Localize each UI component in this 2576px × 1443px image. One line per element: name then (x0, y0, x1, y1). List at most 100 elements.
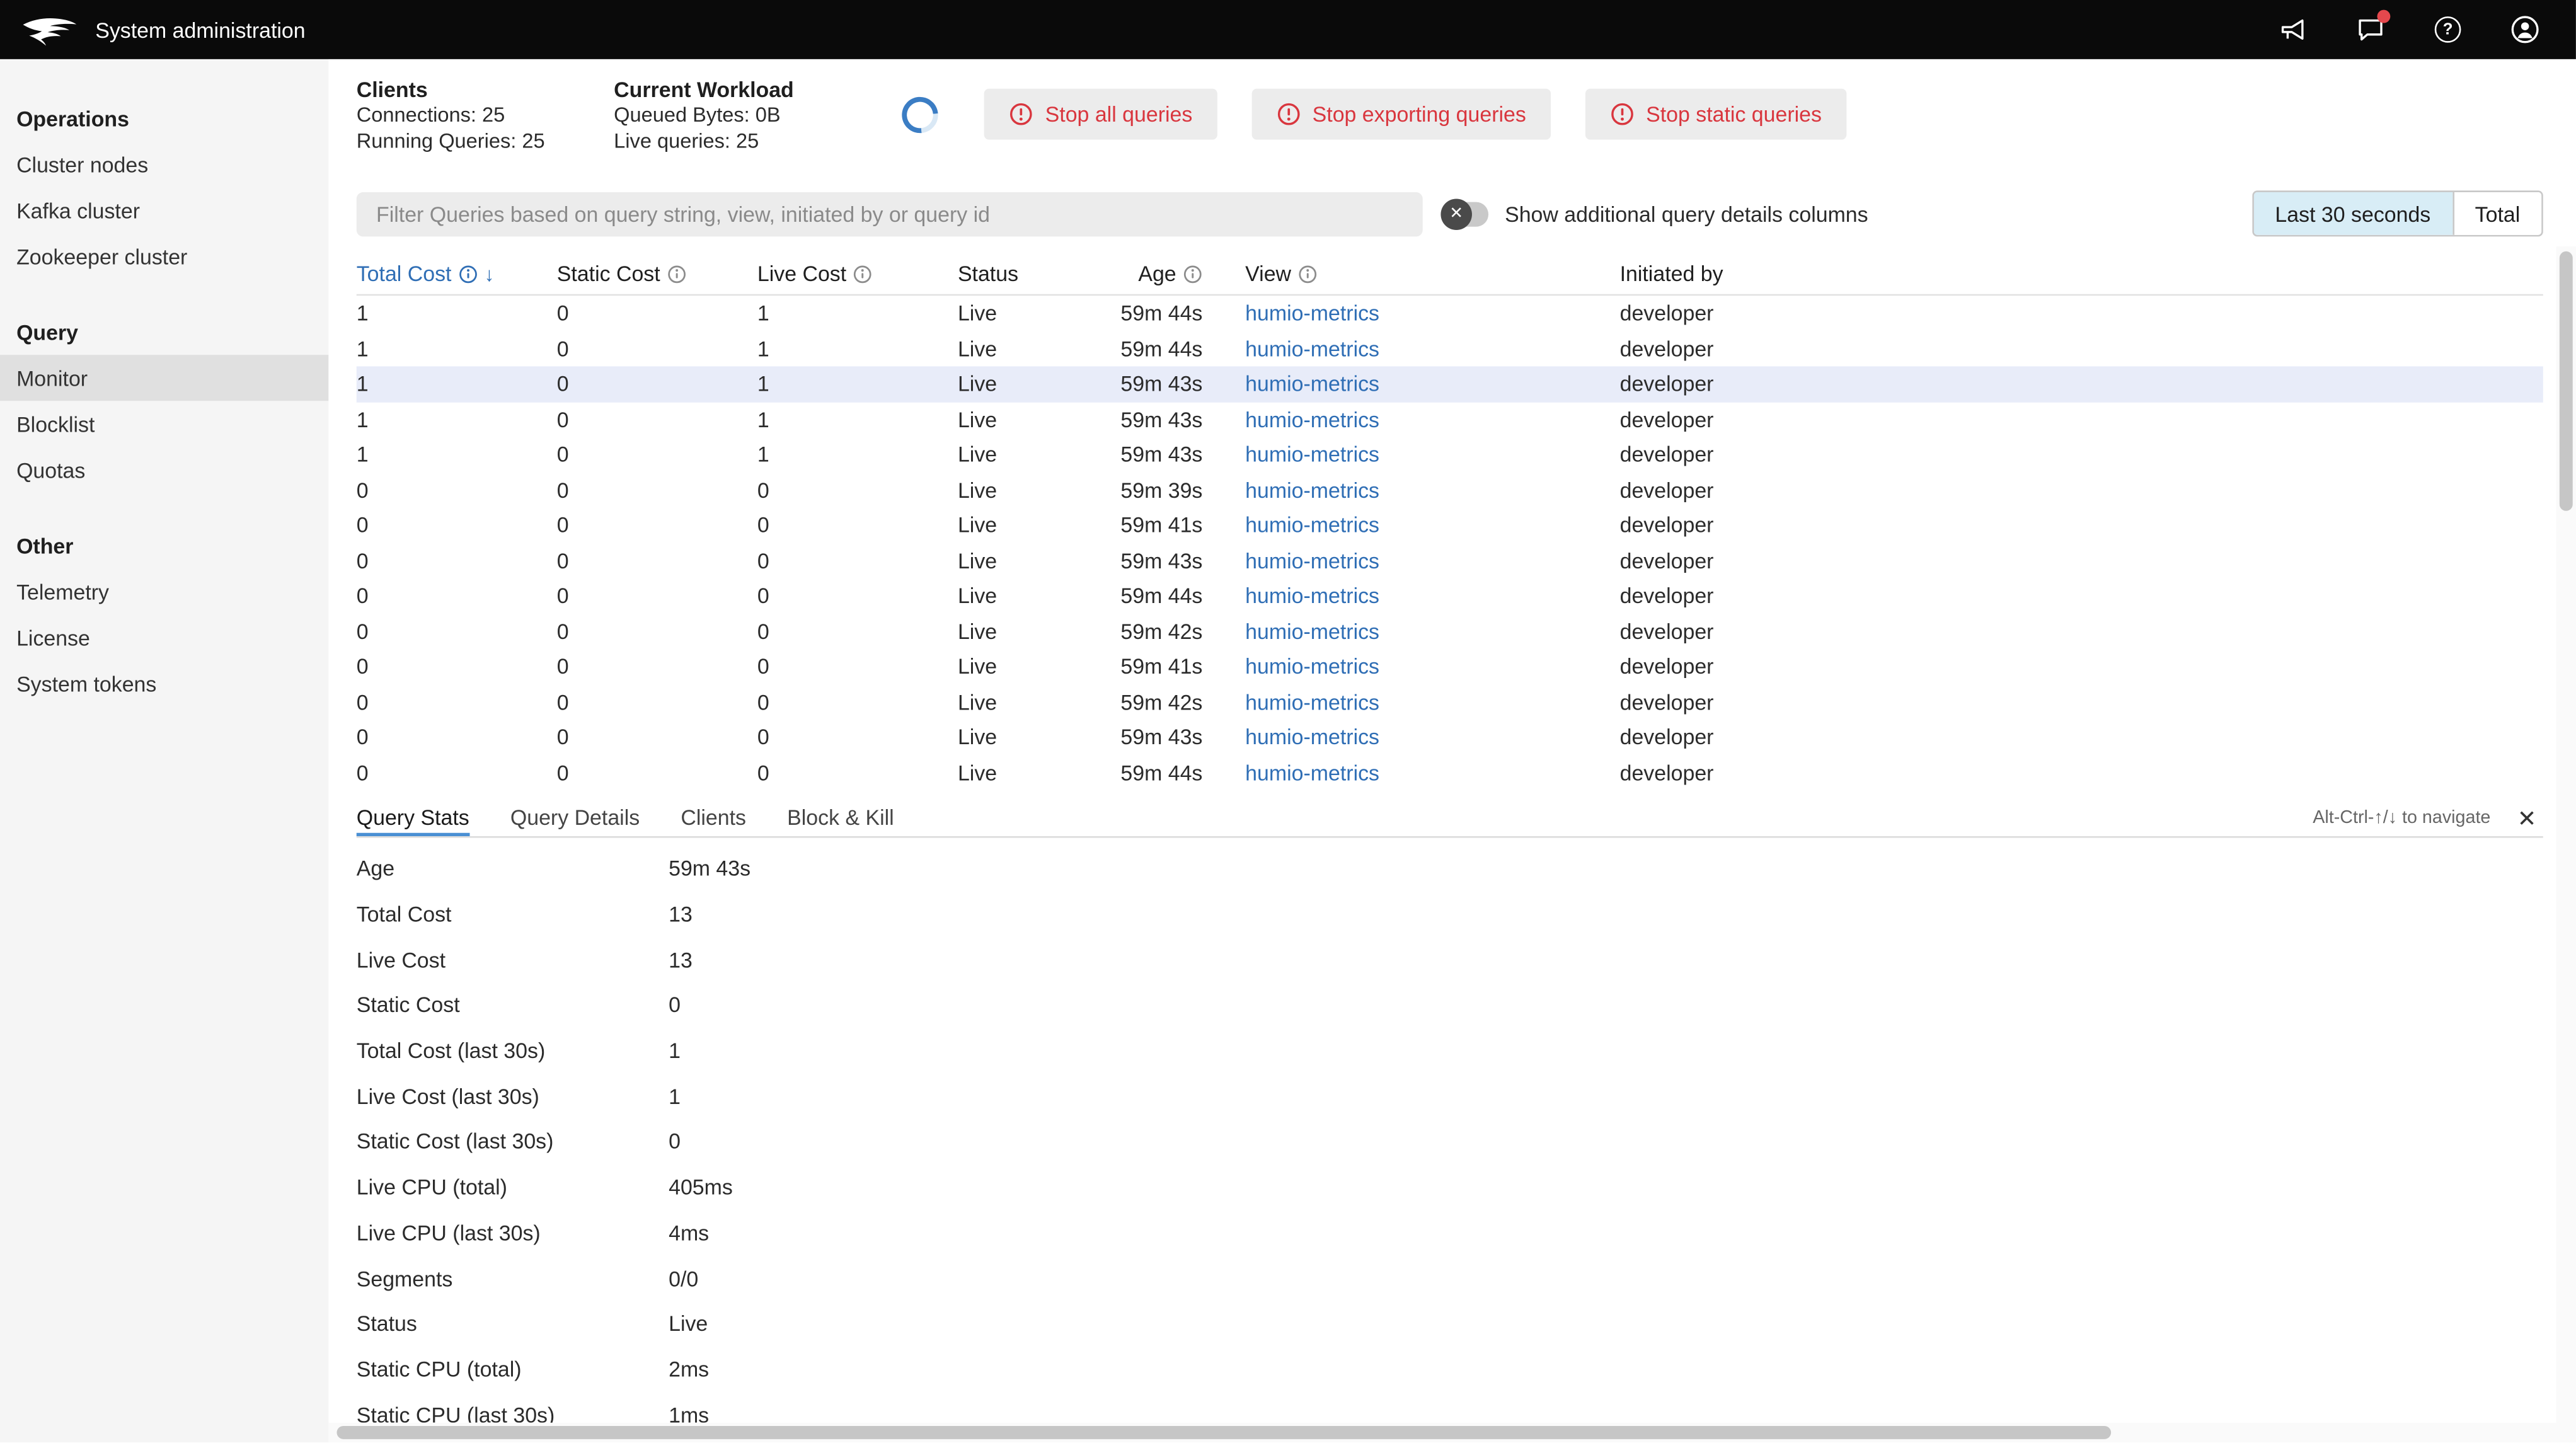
cell-age: 59m 43s (1098, 725, 1246, 749)
table-row[interactable]: 0 0 0 Live 59m 44s humio-metrics develop… (357, 578, 2543, 614)
table-row[interactable]: 1 0 1 Live 59m 43s humio-metrics develop… (357, 401, 2543, 437)
topbar: System administration ? (0, 0, 2576, 59)
table-row[interactable]: 0 0 0 Live 59m 41s humio-metrics develop… (357, 508, 2543, 543)
sidebar-item-cluster-nodes[interactable]: Cluster nodes (0, 141, 328, 187)
tab-block-kill[interactable]: Block & Kill (787, 798, 894, 836)
table-row[interactable]: 0 0 0 Live 59m 42s humio-metrics develop… (357, 684, 2543, 720)
table-body: 1 0 1 Live 59m 44s humio-metrics develop… (357, 296, 2543, 790)
sidebar-item-license[interactable]: License (0, 614, 328, 660)
view-link[interactable]: humio-metrics (1245, 442, 1379, 467)
sidebar-item-telemetry[interactable]: Telemetry (0, 568, 328, 614)
view-link[interactable]: humio-metrics (1245, 548, 1379, 573)
last-30-seconds-button[interactable]: Last 30 seconds (2254, 192, 2452, 235)
tab-query-details[interactable]: Query Details (510, 798, 640, 836)
table-row[interactable]: 0 0 0 Live 59m 41s humio-metrics develop… (357, 649, 2543, 684)
stop-all-queries-button[interactable]: Stop all queries (984, 89, 1217, 140)
table-row[interactable]: 1 0 1 Live 59m 44s humio-metrics develop… (357, 331, 2543, 366)
detail-value: 1 (669, 1084, 2543, 1108)
cell-live-cost: 0 (757, 619, 958, 643)
view-link[interactable]: humio-metrics (1245, 760, 1379, 785)
cell-status: Live (958, 654, 1098, 679)
column-header-age[interactable]: Age (1098, 262, 1246, 286)
help-icon[interactable]: ? (2433, 14, 2463, 44)
column-header-initiated-by[interactable]: Initiated by (1620, 262, 2543, 286)
info-icon (1183, 263, 1202, 283)
close-icon[interactable]: ✕ (2517, 806, 2537, 829)
table-row[interactable]: 0 0 0 Live 59m 43s humio-metrics develop… (357, 720, 2543, 755)
cell-static-cost: 0 (557, 478, 757, 502)
column-header-static-cost[interactable]: Static Cost (557, 262, 757, 286)
time-range-segmented-control: Last 30 seconds Total (2252, 190, 2543, 236)
cell-initiated-by: developer (1620, 654, 2543, 679)
sidebar-item-zookeeper-cluster[interactable]: Zookeeper cluster (0, 233, 328, 279)
table-row[interactable]: 1 0 1 Live 59m 43s humio-metrics develop… (357, 437, 2543, 472)
view-link[interactable]: humio-metrics (1245, 513, 1379, 538)
column-header-status[interactable]: Status (958, 262, 1098, 286)
table-row[interactable]: 0 0 0 Live 59m 39s humio-metrics develop… (357, 473, 2543, 508)
column-label: Static Cost (557, 262, 660, 286)
cell-status: Live (958, 513, 1098, 538)
cell-status: Live (958, 478, 1098, 502)
sidebar-item-kafka-cluster[interactable]: Kafka cluster (0, 187, 328, 233)
table-row[interactable]: 0 0 0 Live 59m 42s humio-metrics develop… (357, 614, 2543, 649)
cell-age: 59m 44s (1098, 760, 1246, 785)
view-link[interactable]: humio-metrics (1245, 584, 1379, 608)
table-row[interactable]: 0 0 0 Live 59m 43s humio-metrics develop… (357, 543, 2543, 578)
view-link[interactable]: humio-metrics (1245, 301, 1379, 326)
megaphone-icon[interactable] (2279, 14, 2308, 44)
table-row[interactable]: 1 0 1 Live 59m 44s humio-metrics develop… (357, 296, 2543, 331)
table-row[interactable]: 0 0 0 Live 59m 44s humio-metrics develop… (357, 755, 2543, 790)
vertical-scrollbar-thumb[interactable] (2560, 251, 2573, 511)
stop-static-queries-button[interactable]: Stop static queries (1585, 89, 1846, 140)
sidebar-item-quotas[interactable]: Quotas (0, 447, 328, 493)
cell-initiated-by: developer (1620, 407, 2543, 432)
cell-status: Live (958, 619, 1098, 643)
query-filter-input[interactable] (357, 192, 1423, 236)
column-header-live-cost[interactable]: Live Cost (757, 262, 958, 286)
detail-row: Live CPU (last 30s) 4ms (357, 1210, 2543, 1255)
detail-label: Total Cost (last 30s) (357, 1038, 669, 1063)
cell-static-cost: 0 (557, 548, 757, 573)
cell-status: Live (958, 442, 1098, 467)
cell-initiated-by: developer (1620, 372, 2543, 396)
sidebar-item-blocklist[interactable]: Blocklist (0, 401, 328, 447)
view-link[interactable]: humio-metrics (1245, 336, 1379, 361)
view-link[interactable]: humio-metrics (1245, 372, 1379, 396)
detail-label: Live CPU (last 30s) (357, 1221, 669, 1245)
cell-status: Live (958, 725, 1098, 749)
cell-total-cost: 0 (357, 548, 557, 573)
cell-live-cost: 0 (757, 548, 958, 573)
workload-stats: Current Workload Queued Bytes: 0B Live q… (614, 78, 794, 155)
cell-live-cost: 1 (757, 442, 958, 467)
detail-value: 0 (669, 993, 2543, 1018)
table-row[interactable]: 1 0 1 Live 59m 43s humio-metrics develop… (357, 366, 2543, 401)
system-administration-page: System administration ? (0, 0, 2576, 1442)
view-link[interactable]: humio-metrics (1245, 407, 1379, 432)
info-icon (458, 263, 478, 283)
view-link[interactable]: humio-metrics (1245, 619, 1379, 643)
user-avatar-icon[interactable] (2510, 14, 2540, 44)
cell-total-cost: 0 (357, 689, 557, 714)
tab-query-stats[interactable]: Query Stats (357, 798, 469, 836)
column-header-total-cost[interactable]: Total Cost ↓ (357, 262, 557, 286)
column-header-view[interactable]: View (1245, 262, 1619, 286)
view-link[interactable]: humio-metrics (1245, 725, 1379, 749)
details-columns-toggle[interactable]: ✕ (1444, 201, 1488, 226)
falcon-logo[interactable] (20, 10, 79, 50)
view-link[interactable]: humio-metrics (1245, 654, 1379, 679)
view-link[interactable]: humio-metrics (1245, 689, 1379, 714)
clients-connections: Connections: 25 (357, 103, 545, 129)
sidebar-item-system-tokens[interactable]: System tokens (0, 660, 328, 706)
horizontal-scrollbar-thumb[interactable] (336, 1426, 2111, 1439)
column-label: Total Cost (357, 262, 452, 286)
view-link[interactable]: humio-metrics (1245, 478, 1379, 502)
stop-exporting-queries-button[interactable]: Stop exporting queries (1251, 89, 1551, 140)
cell-live-cost: 1 (757, 407, 958, 432)
sidebar-item-monitor[interactable]: Monitor (0, 355, 328, 401)
tab-clients[interactable]: Clients (681, 798, 746, 836)
cell-total-cost: 0 (357, 478, 557, 502)
total-button[interactable]: Total (2452, 192, 2541, 235)
chat-icon[interactable] (2356, 14, 2386, 44)
detail-row: Live Cost (last 30s) 1 (357, 1074, 2543, 1119)
cell-total-cost: 0 (357, 584, 557, 608)
